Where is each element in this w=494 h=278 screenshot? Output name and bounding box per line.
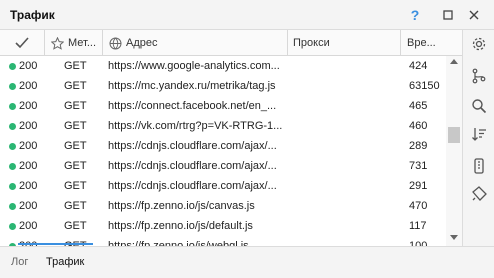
scroll-up-icon[interactable]	[450, 59, 458, 64]
request-url: https://mc.yandex.ru/metrika/tag.js	[108, 80, 276, 92]
table-row[interactable]: 200 GET https://vk.com/rtrg?p=VK-RTRG-1...…	[0, 116, 446, 136]
request-method: GET	[64, 160, 87, 172]
status-code: 200	[19, 120, 38, 132]
bottom-tabs: Лог Трафик	[0, 246, 494, 278]
request-time: 424	[409, 60, 428, 72]
vertical-scrollbar[interactable]	[446, 56, 462, 246]
request-time: 291	[409, 180, 428, 192]
scroll-thumb[interactable]	[448, 127, 460, 143]
table-row[interactable]: 200 GET https://mc.yandex.ru/metrika/tag.j…	[0, 76, 446, 96]
request-method: GET	[64, 80, 87, 92]
request-method: GET	[64, 140, 87, 152]
status-code: 200	[19, 180, 38, 192]
horizontal-scroll-thumb[interactable]	[18, 243, 93, 245]
window-title: Трафик	[10, 8, 55, 22]
help-button[interactable]: ?	[407, 7, 423, 23]
request-method: GET	[64, 180, 87, 192]
request-method: GET	[64, 120, 87, 132]
status-code: 200	[19, 200, 38, 212]
status-dot-icon	[9, 143, 16, 150]
table-header: Мет... Адрес Прокси Вре...	[0, 30, 462, 56]
column-method[interactable]: Мет...	[45, 30, 103, 56]
request-method: GET	[64, 220, 87, 232]
sort-icon[interactable]	[471, 126, 487, 142]
traffic-window: Трафик ? Мет... Адрес Прокси Вре... 200 …	[0, 0, 494, 278]
column-proxy-label: Прокси	[293, 37, 330, 49]
traffic-table: Мет... Адрес Прокси Вре... 200 GET https:/…	[0, 30, 462, 246]
request-time: 460	[409, 120, 428, 132]
request-time: 470	[409, 200, 428, 212]
status-dot-icon	[9, 203, 16, 210]
globe-icon	[109, 37, 122, 50]
column-select-all[interactable]	[0, 30, 45, 56]
table-row[interactable]: 200 GET https://www.google-analytics.com..…	[0, 56, 446, 76]
status-dot-icon	[9, 163, 16, 170]
request-method: GET	[64, 200, 87, 212]
request-url: https://www.google-analytics.com...	[108, 60, 280, 72]
check-icon	[15, 37, 29, 49]
status-code: 200	[19, 220, 38, 232]
phone-icon[interactable]	[471, 158, 487, 174]
request-url: https://cdnjs.cloudflare.com/ajax/...	[108, 140, 277, 152]
gear-icon[interactable]	[471, 36, 487, 52]
status-dot-icon	[9, 123, 16, 130]
table-row[interactable]: 200 GET https://fp.zenno.io/js/default.js 1…	[0, 216, 446, 236]
clear-icon[interactable]	[471, 186, 487, 202]
status-code: 200	[19, 160, 38, 172]
status-dot-icon	[9, 183, 16, 190]
route-icon[interactable]	[471, 68, 487, 84]
status-code: 200	[19, 140, 38, 152]
table-row[interactable]: 200 GET https://cdnjs.cloudflare.com/ajax/…	[0, 136, 446, 156]
status-code: 200	[19, 100, 38, 112]
request-url: https://connect.facebook.net/en_...	[108, 100, 277, 112]
close-button[interactable]	[466, 7, 482, 23]
table-row[interactable]: 200 GET https://fp.zenno.io/js/canvas.js 47…	[0, 196, 446, 216]
request-time: 731	[409, 160, 428, 172]
column-time-label: Вре...	[407, 37, 436, 49]
search-icon[interactable]	[471, 98, 487, 114]
table-row[interactable]: 200 GET https://cdnjs.cloudflare.com/ajax/…	[0, 176, 446, 196]
status-dot-icon	[9, 83, 16, 90]
request-url: https://fp.zenno.io/js/canvas.js	[108, 200, 255, 212]
star-icon	[51, 37, 64, 50]
status-dot-icon	[9, 103, 16, 110]
status-dot-icon	[9, 63, 16, 70]
tab-traffic[interactable]: Трафик	[46, 256, 84, 268]
request-time: 289	[409, 140, 428, 152]
request-url: https://fp.zenno.io/js/default.js	[108, 220, 253, 232]
request-time: 117	[409, 220, 427, 232]
request-time: 100	[409, 240, 428, 246]
column-time[interactable]: Вре...	[401, 30, 446, 56]
tab-log[interactable]: Лог	[11, 256, 28, 268]
column-method-label: Мет...	[68, 37, 97, 49]
scroll-down-icon[interactable]	[450, 235, 458, 240]
request-time: 63150	[409, 80, 440, 92]
close-icon	[469, 10, 479, 20]
status-code: 200	[19, 60, 38, 72]
request-url: https://fp.zenno.io/js/webgl.js	[108, 240, 249, 246]
table-row[interactable]: 200 GET https://cdnjs.cloudflare.com/ajax/…	[0, 156, 446, 176]
request-method: GET	[64, 100, 87, 112]
request-method: GET	[64, 60, 87, 72]
table-row[interactable]: 200 GET https://connect.facebook.net/en_..…	[0, 96, 446, 116]
side-toolbar	[462, 30, 494, 246]
column-proxy[interactable]: Прокси	[288, 30, 401, 56]
request-url: https://cdnjs.cloudflare.com/ajax/...	[108, 160, 277, 172]
status-dot-icon	[9, 223, 16, 230]
title-bar: Трафик ?	[0, 0, 494, 30]
maximize-icon	[443, 10, 453, 20]
request-url: https://cdnjs.cloudflare.com/ajax/...	[108, 180, 277, 192]
request-time: 465	[409, 100, 428, 112]
status-code: 200	[19, 80, 38, 92]
maximize-button[interactable]	[440, 7, 456, 23]
column-address-label: Адрес	[126, 37, 158, 49]
request-url: https://vk.com/rtrg?p=VK-RTRG-1...	[108, 120, 283, 132]
column-address[interactable]: Адрес	[103, 30, 288, 56]
